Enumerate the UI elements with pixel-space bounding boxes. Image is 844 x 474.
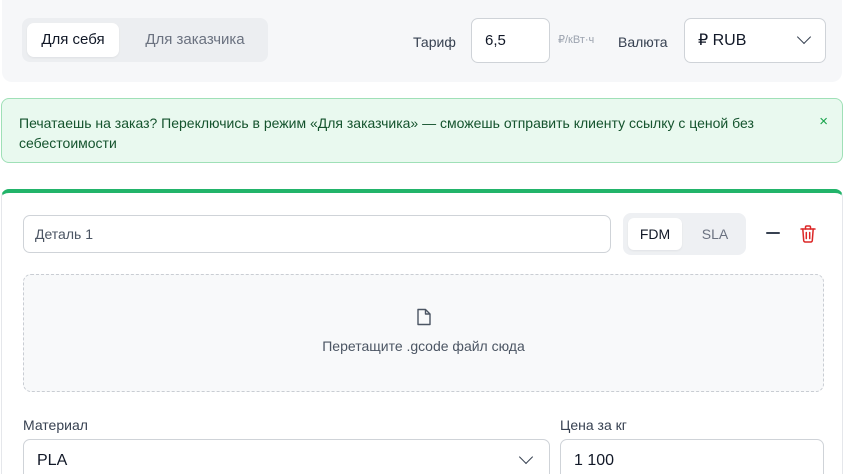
price-per-kg-label: Цена за кг	[560, 417, 627, 433]
mode-switch: Для себя Для заказчика	[22, 18, 268, 62]
currency-select[interactable]: ₽ RUB	[684, 18, 826, 63]
chevron-down-icon	[796, 29, 812, 45]
collapse-button[interactable]	[764, 223, 782, 243]
currency-value: ₽ RUB	[698, 32, 747, 49]
trash-icon	[800, 225, 816, 243]
material-value: PLA	[37, 452, 68, 469]
settings-bar: Для себя Для заказчика Тариф 6,5 ₽/кВт·ч…	[2, 0, 842, 82]
currency-label: Валюта	[618, 34, 668, 50]
notice-text: Печатаешь на заказ? Переключись в режим …	[19, 115, 754, 151]
tariff-label: Тариф	[413, 34, 456, 50]
price-per-kg-input[interactable]: 1 100	[560, 439, 824, 474]
tech-sla-button[interactable]: SLA	[689, 218, 741, 250]
gcode-dropzone[interactable]: Перетащите .gcode файл сюда	[23, 274, 824, 392]
close-icon[interactable]: ×	[819, 113, 828, 131]
material-label: Материал	[23, 417, 88, 433]
chevron-down-icon	[518, 449, 534, 465]
mode-self-button[interactable]: Для себя	[27, 23, 119, 57]
tariff-input[interactable]: 6,5	[471, 18, 550, 63]
customer-mode-notice: Печатаешь на заказ? Переключись в режим …	[1, 98, 843, 163]
dropzone-text: Перетащите .gcode файл сюда	[322, 338, 525, 354]
material-select[interactable]: PLA	[23, 439, 550, 474]
file-icon	[417, 308, 431, 326]
tariff-unit: ₽/кВт·ч	[558, 34, 595, 46]
technology-switch: FDM SLA	[623, 213, 746, 255]
tech-fdm-button[interactable]: FDM	[628, 218, 682, 250]
delete-part-button[interactable]	[799, 224, 817, 244]
mode-customer-button[interactable]: Для заказчика	[126, 23, 264, 57]
minus-icon	[766, 232, 780, 234]
part-card: Деталь 1 FDM SLA Перетащите .gcode файл …	[1, 189, 843, 474]
part-name-input[interactable]: Деталь 1	[23, 215, 611, 253]
